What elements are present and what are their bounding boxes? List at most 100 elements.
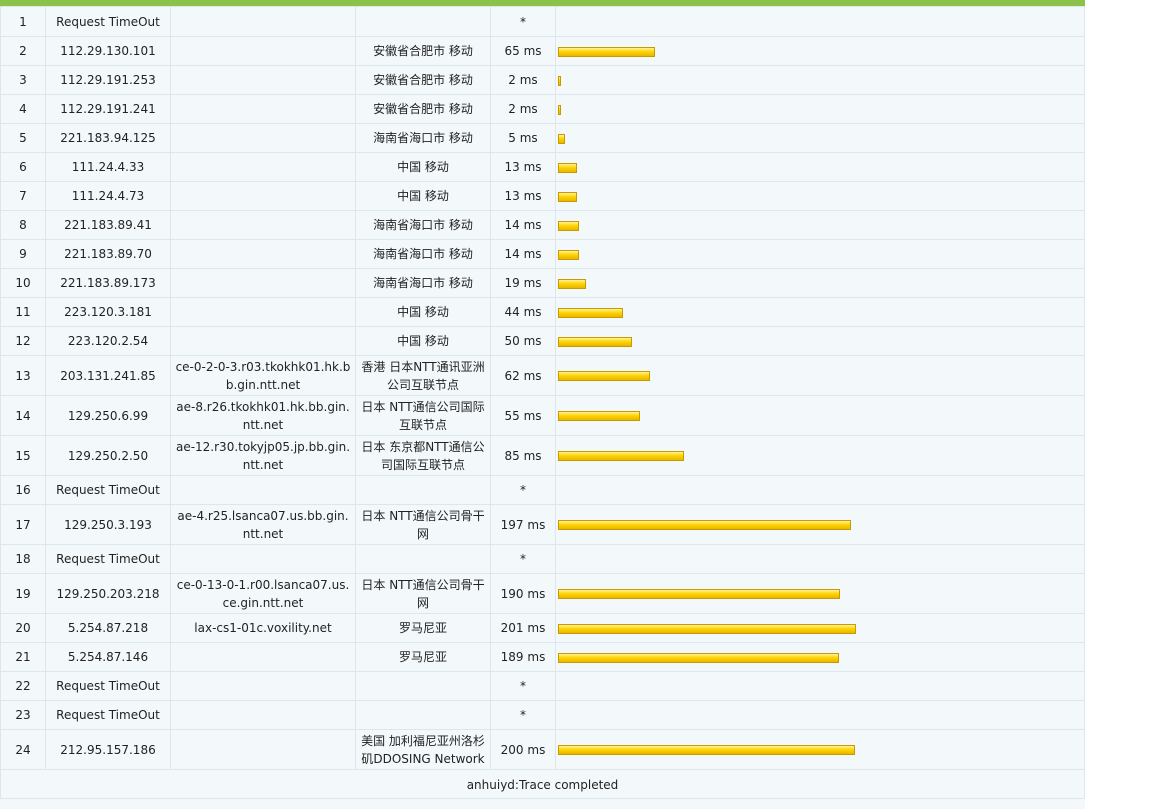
location: 中国 移动: [355, 181, 491, 211]
location: 美国 加利福尼亚州洛杉矶DDOSING Network: [355, 729, 491, 770]
latency-bar-cell: [555, 504, 1085, 545]
hostname: [170, 152, 356, 182]
hop-number: 3: [0, 65, 46, 95]
response-time: 85 ms: [490, 435, 556, 476]
ip-address: 5.254.87.218: [45, 613, 171, 643]
location: 安徽省合肥市 移动: [355, 65, 491, 95]
traceroute-table: 1 Request TimeOut * 2 112.29.130.101 安徽省合肥市 移…: [0, 6, 1085, 800]
table-row: 7 111.24.4.73 中国 移动 13 ms: [0, 181, 1085, 211]
hop-number: 19: [0, 573, 46, 614]
latency-bar-cell: [555, 210, 1085, 240]
ip-address: 221.183.89.70: [45, 239, 171, 269]
latency-bar: [558, 307, 623, 318]
hostname: [170, 94, 356, 124]
hop-number: 4: [0, 94, 46, 124]
hostname: ce-0-13-0-1.r00.lsanca07.us.ce.gin.ntt.n…: [170, 573, 356, 614]
latency-bar-cell: [555, 326, 1085, 356]
table-row: 11 223.120.3.181 中国 移动 44 ms: [0, 297, 1085, 327]
ip-address: Request TimeOut: [45, 700, 171, 730]
table-row: 12 223.120.2.54 中国 移动 50 ms: [0, 326, 1085, 356]
table-row: 10 221.183.89.173 海南省海口市 移动 19 ms: [0, 268, 1085, 298]
location: 日本 NTT通信公司骨干网: [355, 504, 491, 545]
hop-number: 14: [0, 395, 46, 436]
table-row: 23 Request TimeOut *: [0, 700, 1085, 730]
ip-address: 112.29.191.253: [45, 65, 171, 95]
hostname: lax-cs1-01c.voxility.net: [170, 613, 356, 643]
footer-row: [0, 798, 1085, 809]
latency-bar: [558, 411, 640, 421]
latency-bar: [558, 133, 565, 144]
ip-address: 221.183.94.125: [45, 123, 171, 153]
latency-bar-cell: [555, 94, 1085, 124]
ip-address: 212.95.157.186: [45, 729, 171, 770]
latency-bar-cell: [555, 435, 1085, 476]
ip-address: Request TimeOut: [45, 475, 171, 505]
ip-address: Request TimeOut: [45, 6, 171, 37]
latency-bar: [558, 162, 577, 173]
table-row: 22 Request TimeOut *: [0, 671, 1085, 701]
hop-number: 17: [0, 504, 46, 545]
hop-number: 7: [0, 181, 46, 211]
table-row: 20 5.254.87.218 lax-cs1-01c.voxility.net 罗马…: [0, 613, 1085, 643]
hop-number: 10: [0, 268, 46, 298]
hop-number: 12: [0, 326, 46, 356]
location: 海南省海口市 移动: [355, 210, 491, 240]
latency-bar: [558, 745, 855, 755]
latency-bar: [558, 249, 579, 260]
latency-bar-cell: [555, 700, 1085, 730]
response-time: 201 ms: [490, 613, 556, 643]
location: [355, 671, 491, 701]
hostname: ae-12.r30.tokyjp05.jp.bb.gin.ntt.net: [170, 435, 356, 476]
latency-bar: [558, 75, 561, 86]
location: 中国 移动: [355, 326, 491, 356]
location: [355, 544, 491, 574]
ip-address: 221.183.89.173: [45, 268, 171, 298]
hop-number: 21: [0, 642, 46, 672]
latency-bar: [558, 451, 684, 461]
ip-address: 112.29.191.241: [45, 94, 171, 124]
hop-number: 16: [0, 475, 46, 505]
trace-status: anhuiyd:Trace completed: [0, 769, 1085, 800]
latency-bar: [558, 220, 579, 231]
response-time: 189 ms: [490, 642, 556, 672]
hop-number: 2: [0, 36, 46, 66]
hostname: ae-4.r25.lsanca07.us.bb.gin.ntt.net: [170, 504, 356, 545]
latency-bar-cell: [555, 123, 1085, 153]
latency-bar-cell: [555, 268, 1085, 298]
hostname: [170, 326, 356, 356]
location: [355, 700, 491, 730]
latency-bar-cell: [555, 65, 1085, 95]
location: 中国 移动: [355, 297, 491, 327]
latency-bar-cell: [555, 475, 1085, 505]
hostname: ae-8.r26.tkokhk01.hk.bb.gin.ntt.net: [170, 395, 356, 436]
hop-number: 22: [0, 671, 46, 701]
response-time: 55 ms: [490, 395, 556, 436]
location: 罗马尼亚: [355, 642, 491, 672]
latency-bar-cell: [555, 729, 1085, 770]
hop-number: 6: [0, 152, 46, 182]
location: 海南省海口市 移动: [355, 239, 491, 269]
latency-bar-cell: [555, 355, 1085, 396]
table-row: 9 221.183.89.70 海南省海口市 移动 14 ms: [0, 239, 1085, 269]
latency-bar: [558, 589, 840, 599]
response-time: *: [490, 475, 556, 505]
hop-number: 5: [0, 123, 46, 153]
response-time: 50 ms: [490, 326, 556, 356]
ip-address: 223.120.3.181: [45, 297, 171, 327]
table-row: 24 212.95.157.186 美国 加利福尼亚州洛杉矶DDOSING Netw…: [0, 729, 1085, 770]
table-row: 14 129.250.6.99 ae-8.r26.tkokhk01.hk.bb.gi…: [0, 395, 1085, 436]
location: 日本 NTT通信公司国际互联节点: [355, 395, 491, 436]
hostname: [170, 239, 356, 269]
latency-bar: [558, 520, 851, 530]
response-time: *: [490, 6, 556, 37]
location: 安徽省合肥市 移动: [355, 94, 491, 124]
location: [355, 6, 491, 37]
response-time: 14 ms: [490, 239, 556, 269]
latency-bar: [558, 336, 632, 347]
response-time: *: [490, 544, 556, 574]
table-row: 2 112.29.130.101 安徽省合肥市 移动 65 ms: [0, 36, 1085, 66]
latency-bar-cell: [555, 395, 1085, 436]
table-row: 3 112.29.191.253 安徽省合肥市 移动 2 ms: [0, 65, 1085, 95]
response-time: 14 ms: [490, 210, 556, 240]
latency-bar: [558, 371, 650, 381]
